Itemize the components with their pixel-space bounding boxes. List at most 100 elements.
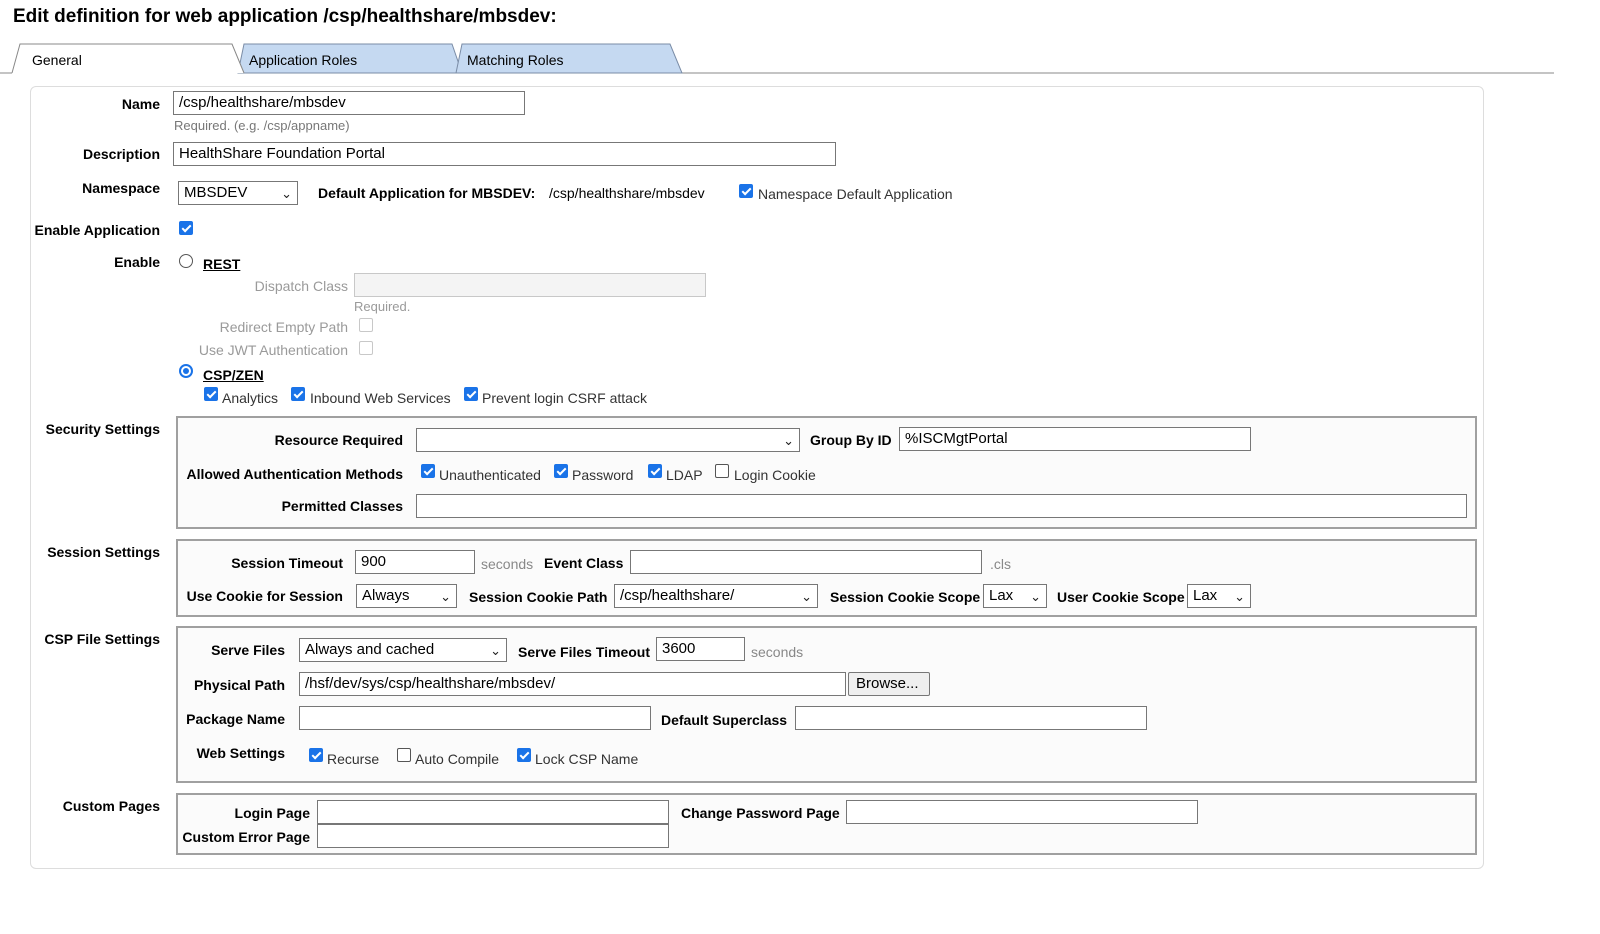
session-timeout-input[interactable]: 900 (355, 550, 475, 574)
auto-compile-label: Auto Compile (415, 751, 500, 767)
jwt-checkbox[interactable] (359, 341, 373, 355)
session-cookie-path-value: /csp/healthshare/ (620, 587, 735, 604)
chevron-down-icon: ⌄ (783, 433, 794, 448)
event-class-input[interactable] (630, 550, 982, 574)
use-cookie-value: Always (362, 587, 410, 604)
chevron-down-icon: ⌄ (490, 643, 501, 658)
analytics-label: Analytics (222, 390, 279, 406)
tab-general[interactable]: General (32, 52, 82, 68)
use-cookie-select[interactable]: Always ⌄ (356, 584, 457, 608)
custom-pages-label: Custom Pages (62, 798, 160, 814)
user-cookie-scope-select[interactable]: Lax ⌄ (1187, 584, 1251, 608)
chevron-down-icon: ⌄ (801, 589, 812, 604)
tab-matching-roles[interactable]: Matching Roles (467, 52, 564, 68)
auth-login-cookie-checkbox[interactable] (715, 464, 729, 478)
auth-unauthenticated-checkbox[interactable] (421, 464, 435, 478)
default-superclass-input[interactable] (795, 706, 1147, 730)
user-cookie-scope-value: Lax (1193, 587, 1218, 604)
name-label: Name (121, 96, 160, 112)
group-by-id-input[interactable]: %ISCMgtPortal (899, 427, 1251, 451)
session-settings-label: Session Settings (47, 544, 160, 560)
change-password-page-label: Change Password Page (681, 805, 840, 821)
redirect-empty-path-label: Redirect Empty Path (219, 319, 348, 335)
custom-error-page-label: Custom Error Page (182, 829, 310, 845)
group-by-id-label: Group By ID (810, 432, 892, 448)
prevent-csrf-label: Prevent login CSRF attack (482, 390, 647, 406)
prevent-csrf-checkbox[interactable] (464, 387, 478, 401)
default-app-label: Default Application for MBSDEV: (318, 185, 536, 201)
chevron-down-icon: ⌄ (440, 589, 451, 604)
serve-files-timeout-label: Serve Files Timeout (518, 644, 651, 660)
browse-button[interactable]: Browse... (848, 672, 930, 696)
auth-ldap-checkbox[interactable] (648, 464, 662, 478)
physical-path-input[interactable]: /hsf/dev/sys/csp/healthshare/mbsdev/ (299, 672, 846, 696)
session-cookie-scope-value: Lax (989, 587, 1014, 604)
permitted-classes-input[interactable] (416, 494, 1467, 518)
auth-password-checkbox[interactable] (554, 464, 568, 478)
serve-files-value: Always and cached (305, 641, 435, 658)
session-cookie-scope-select[interactable]: Lax ⌄ (983, 584, 1047, 608)
description-input[interactable]: HealthShare Foundation Portal (173, 142, 836, 166)
auth-methods-label: Allowed Authentication Methods (186, 466, 403, 482)
use-cookie-label: Use Cookie for Session (186, 588, 343, 604)
auth-ldap-label: LDAP (666, 467, 703, 483)
login-page-input[interactable] (317, 800, 669, 824)
login-page-label: Login Page (234, 805, 310, 821)
namespace-select[interactable]: MBSDEV ⌄ (178, 181, 298, 205)
namespace-default-label: Namespace Default Application (758, 186, 953, 202)
session-timeout-unit: seconds (481, 556, 534, 572)
rest-radio[interactable] (179, 254, 193, 268)
change-password-page-input[interactable] (846, 800, 1198, 824)
enable-application-label: Enable Application (34, 222, 161, 238)
serve-files-select[interactable]: Always and cached ⌄ (299, 638, 507, 662)
dispatch-class-label: Dispatch Class (254, 278, 348, 294)
namespace-default-checkbox[interactable] (739, 184, 753, 198)
cspzen-label: CSP/ZEN (203, 367, 264, 383)
name-input[interactable]: /csp/healthshare/mbsdev (173, 91, 525, 115)
chevron-down-icon: ⌄ (1030, 589, 1041, 604)
enable-application-checkbox[interactable] (179, 221, 193, 235)
analytics-checkbox[interactable] (204, 387, 218, 401)
permitted-classes-label: Permitted Classes (281, 498, 403, 514)
page-title: Edit definition for web application /csp… (13, 6, 557, 27)
resource-required-label: Resource Required (274, 432, 403, 448)
tab-application-roles[interactable]: Application Roles (249, 52, 357, 68)
session-cookie-path-select[interactable]: /csp/healthshare/ ⌄ (614, 584, 818, 608)
package-name-input[interactable] (299, 706, 651, 730)
session-cookie-scope-label: Session Cookie Scope (830, 589, 981, 605)
auth-password-label: Password (572, 467, 634, 483)
event-class-suffix: .cls (990, 556, 1011, 572)
serve-files-label: Serve Files (211, 642, 285, 658)
recurse-checkbox[interactable] (309, 748, 323, 762)
default-app-value: /csp/healthshare/mbsdev (549, 185, 705, 201)
security-settings-label: Security Settings (45, 421, 160, 437)
session-timeout-label: Session Timeout (231, 555, 343, 571)
event-class-label: Event Class (544, 555, 624, 571)
recurse-label: Recurse (327, 751, 380, 767)
resource-required-select[interactable]: ⌄ (416, 428, 800, 452)
dispatch-class-input[interactable] (354, 273, 706, 297)
auth-login-cookie-label: Login Cookie (734, 467, 816, 483)
lock-csp-name-label: Lock CSP Name (535, 751, 639, 767)
tab-strip (0, 43, 1554, 74)
auto-compile-checkbox[interactable] (397, 748, 411, 762)
name-hint: Required. (e.g. /csp/appname) (174, 118, 350, 133)
cspzen-radio[interactable] (179, 364, 193, 378)
session-cookie-path-label: Session Cookie Path (469, 589, 608, 605)
redirect-empty-path-checkbox[interactable] (359, 318, 373, 332)
serve-files-timeout-input[interactable]: 3600 (656, 637, 745, 661)
inbound-web-services-checkbox[interactable] (291, 387, 305, 401)
enable-label: Enable (114, 254, 160, 270)
custom-error-page-input[interactable] (317, 824, 669, 848)
dispatch-class-hint: Required. (354, 299, 411, 314)
chevron-down-icon: ⌄ (281, 186, 292, 201)
serve-files-timeout-unit: seconds (751, 644, 804, 660)
csp-file-settings-label: CSP File Settings (44, 631, 160, 647)
user-cookie-scope-label: User Cookie Scope (1057, 589, 1185, 605)
lock-csp-name-checkbox[interactable] (517, 748, 531, 762)
namespace-value: MBSDEV (184, 184, 248, 201)
chevron-down-icon: ⌄ (1234, 589, 1245, 604)
auth-unauthenticated-label: Unauthenticated (439, 467, 541, 483)
default-superclass-label: Default Superclass (661, 712, 788, 728)
rest-label: REST (203, 256, 241, 272)
